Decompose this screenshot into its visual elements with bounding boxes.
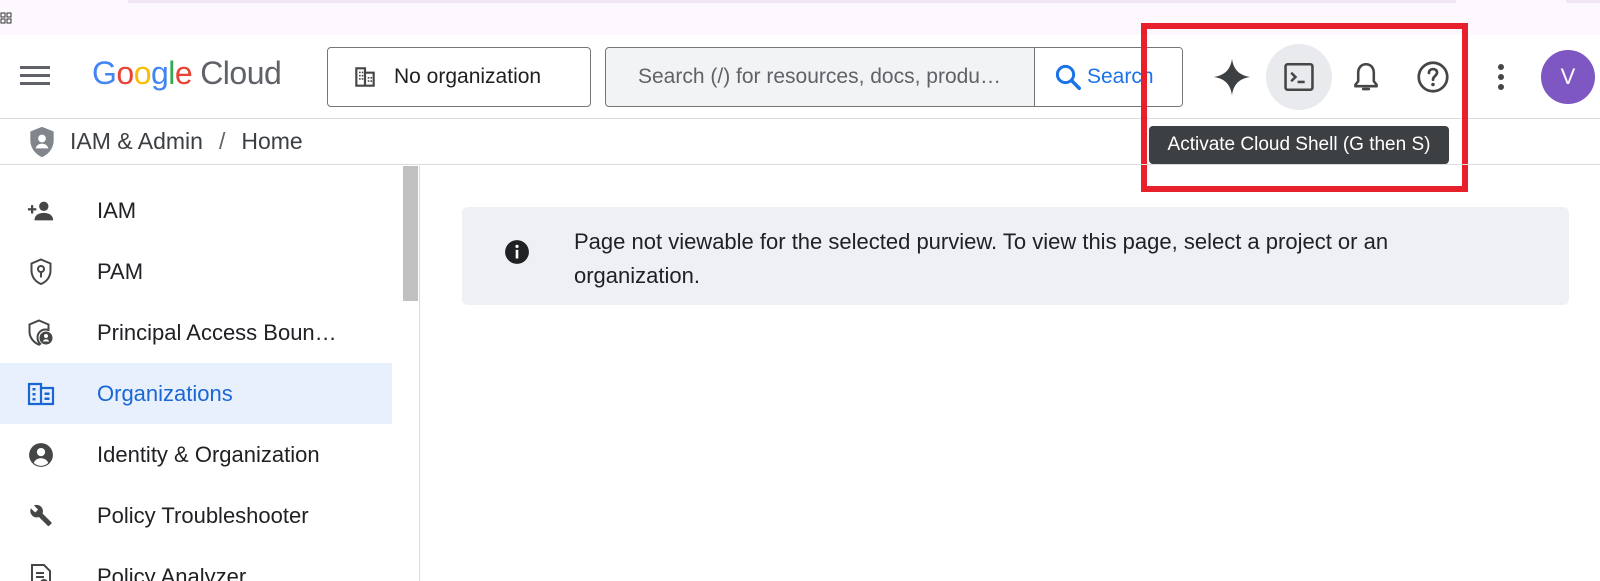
- logo-letter: o: [133, 55, 152, 91]
- search-button-label: Search: [1087, 65, 1154, 88]
- bell-icon: [1354, 62, 1378, 91]
- organization-selector-label: No organization: [394, 65, 542, 88]
- sidebar-item-label: Identity & Organization: [97, 441, 320, 467]
- shield-person-icon: [28, 319, 53, 346]
- logo-letter: g: [150, 55, 169, 91]
- logo-letter: l: [168, 55, 175, 91]
- purview-notice: Page not viewable for the selected purvi…: [462, 207, 1569, 305]
- sidebar-item-organizations[interactable]: Organizations: [0, 363, 392, 424]
- logo-letter: G: [92, 55, 117, 91]
- search-button[interactable]: Search: [1034, 48, 1182, 106]
- sidebar-item-principal-access-boundary[interactable]: Principal Access Boun…: [0, 302, 392, 363]
- strip-bar-right: [1566, 0, 1600, 3]
- person-add-icon: [27, 201, 54, 221]
- building-icon: [355, 67, 375, 87]
- sidebar-item-policy-analyzer[interactable]: Policy Analyzer: [0, 546, 392, 581]
- sidebar-item-label: Organizations: [97, 380, 233, 406]
- sidebar-item-identity-organization[interactable]: Identity & Organization: [0, 424, 392, 485]
- info-icon: [505, 240, 529, 264]
- gemini-button[interactable]: [1199, 44, 1265, 110]
- sidebar-item-label: Principal Access Boun…: [97, 319, 337, 345]
- sidebar-item-pam[interactable]: PAM: [0, 241, 392, 302]
- sparkle-icon: [1213, 58, 1251, 96]
- breadcrumb-current-page: Home: [241, 128, 303, 154]
- more-vert-icon: [1498, 64, 1504, 90]
- breadcrumb-section-link[interactable]: IAM & Admin: [70, 128, 203, 155]
- grid-icon: [0, 12, 12, 24]
- strip-bar: [128, 0, 1456, 3]
- sidebar-item-policy-troubleshooter[interactable]: Policy Troubleshooter: [0, 485, 392, 546]
- organization-icon: [27, 382, 55, 406]
- sidebar-item-iam[interactable]: IAM: [0, 180, 392, 241]
- organization-selector[interactable]: No organization: [327, 47, 591, 107]
- google-cloud-logo[interactable]: Google Cloud: [92, 55, 282, 95]
- notifications-button[interactable]: [1333, 44, 1399, 110]
- search-icon: [1055, 64, 1081, 90]
- logo-letter: e: [174, 55, 193, 91]
- hamburger-icon: [20, 66, 50, 85]
- sidebar: IAM PAM Principal Access Boun… Organizat…: [0, 166, 420, 581]
- search-input[interactable]: [606, 48, 1034, 106]
- help-button[interactable]: [1400, 44, 1466, 110]
- document-search-icon: [31, 564, 51, 581]
- cloud-shell-button[interactable]: [1266, 44, 1332, 110]
- sidebar-scrollbar[interactable]: [403, 166, 418, 301]
- sidebar-item-label: PAM: [97, 258, 144, 284]
- more-options-button[interactable]: [1468, 44, 1534, 110]
- sidebar-item-label: Policy Analyzer: [97, 563, 247, 581]
- breadcrumb: IAM & Admin / Home: [0, 119, 1600, 165]
- help-icon: [1417, 61, 1449, 93]
- notice-text: Page not viewable for the selected purvi…: [574, 229, 1389, 288]
- wrench-icon: [30, 504, 52, 527]
- browser-strip: [0, 0, 1600, 35]
- search-bar: Search: [605, 47, 1183, 107]
- terminal-icon: [1284, 62, 1314, 92]
- account-avatar[interactable]: V: [1541, 50, 1595, 104]
- logo-letter: o: [116, 55, 134, 91]
- logo-cloud-text: Cloud: [200, 55, 282, 91]
- account-circle-icon: [29, 443, 53, 467]
- top-header: Google Cloud No organization Search (/) …: [0, 35, 1600, 119]
- breadcrumb-separator: /: [218, 128, 226, 154]
- main-menu-button[interactable]: [18, 61, 54, 91]
- shield-icon: [30, 126, 54, 157]
- shield-key-icon: [30, 258, 52, 286]
- sidebar-item-label: IAM: [97, 197, 137, 223]
- sidebar-item-label: Policy Troubleshooter: [97, 502, 309, 528]
- avatar-initial: V: [1560, 64, 1576, 89]
